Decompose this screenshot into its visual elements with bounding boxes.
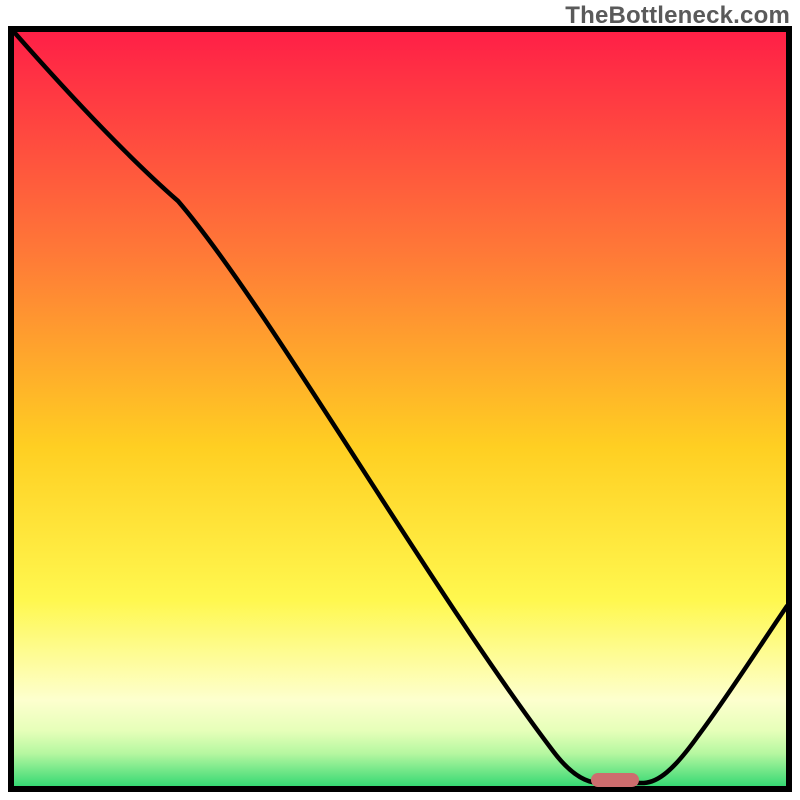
chart-frame (8, 26, 792, 792)
optimal-marker (591, 773, 639, 787)
bottleneck-curve (8, 26, 792, 792)
